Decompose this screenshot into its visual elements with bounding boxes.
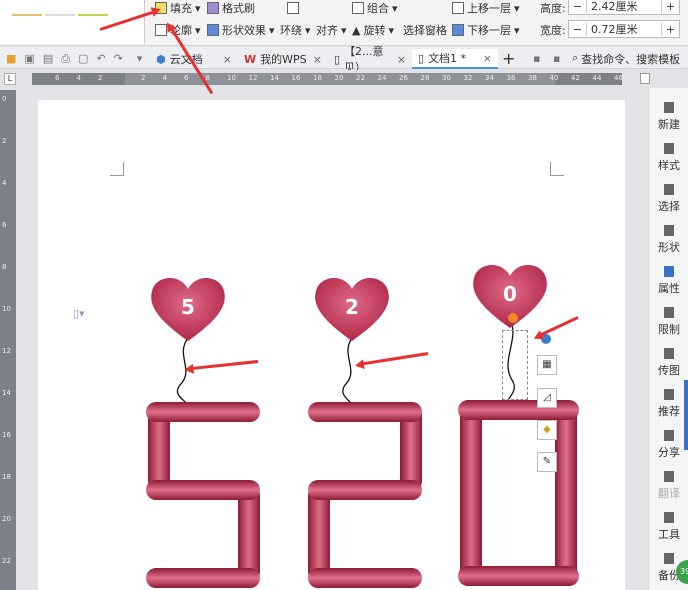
sidebar-item[interactable]: 选择 [649, 184, 688, 214]
selected-shape-bounds[interactable] [502, 330, 528, 400]
sidebar-icon [664, 553, 674, 564]
sidebar-icon [664, 225, 674, 236]
outline-pen-icon[interactable]: ✎ [537, 452, 557, 472]
sidebar-item[interactable]: 推荐 [649, 389, 688, 419]
digit-stroke[interactable] [146, 480, 260, 500]
sidebar-icon [664, 143, 674, 154]
sidebar-item[interactable]: 样式 [649, 143, 688, 173]
sidebar-item[interactable]: 新建 [649, 102, 688, 132]
sidebar-label: 形状 [658, 241, 680, 254]
sidebar-label: 样式 [658, 159, 680, 172]
sidebar-item[interactable]: 翻译 [649, 471, 688, 501]
sidebar-icon [664, 307, 674, 318]
sidebar-item[interactable]: 形状 [649, 225, 688, 255]
sidebar-item[interactable]: 属性 [649, 266, 688, 296]
sidebar-icon [664, 430, 674, 441]
heart-number: 2 [345, 295, 359, 319]
digit-stroke[interactable] [458, 566, 579, 586]
shape-style-icon[interactable]: ◿ [537, 388, 557, 408]
digit-stroke[interactable] [146, 568, 260, 588]
artwork-520: 5 2 0 [146, 264, 579, 588]
sidebar-icon [664, 512, 674, 523]
sidebar-item[interactable]: 工具 [649, 512, 688, 542]
heart-number: 0 [503, 282, 517, 306]
sidebar-icon [664, 266, 674, 277]
sidebar-icon [664, 102, 674, 113]
sidebar-label: 限制 [658, 323, 680, 336]
sidebar-label: 传图 [658, 364, 680, 377]
right-sidebar: 新建 样式 选择 形状 属性 限制 传图 推荐 分享 翻译 工具 备份 [648, 88, 688, 590]
digit-stroke[interactable] [308, 402, 422, 422]
sidebar-icon [664, 389, 674, 400]
sidebar-item[interactable]: 分享 [649, 430, 688, 460]
heart-number: 5 [181, 295, 195, 319]
digit-stroke[interactable] [458, 400, 579, 420]
digit-stroke[interactable] [146, 402, 260, 422]
digit-stroke[interactable] [460, 402, 482, 584]
sidebar-label: 工具 [658, 528, 680, 541]
sidebar-icon [664, 471, 674, 482]
sidebar-item[interactable]: 限制 [649, 307, 688, 337]
digit-stroke[interactable] [555, 402, 577, 584]
sidebar-label: 新建 [658, 118, 680, 131]
layout-options-icon[interactable]: ▦ [537, 355, 557, 375]
sidebar-label: 翻译 [658, 487, 680, 500]
balloon-string [342, 337, 353, 406]
sidebar-label: 推荐 [658, 405, 680, 418]
sidebar-label: 分享 [658, 446, 680, 459]
sidebar-item[interactable]: 传图 [649, 348, 688, 378]
digit-stroke[interactable] [308, 480, 422, 500]
sidebar-icon [664, 348, 674, 359]
rotate-handle[interactable] [508, 313, 518, 323]
digit-stroke[interactable] [308, 568, 422, 588]
fill-bucket-icon[interactable]: ◆ [537, 420, 557, 440]
sidebar-label: 属性 [658, 282, 680, 295]
sidebar-icon [664, 184, 674, 195]
sidebar-collapse-tab[interactable] [684, 380, 688, 450]
sidebar-label: 选择 [658, 200, 680, 213]
